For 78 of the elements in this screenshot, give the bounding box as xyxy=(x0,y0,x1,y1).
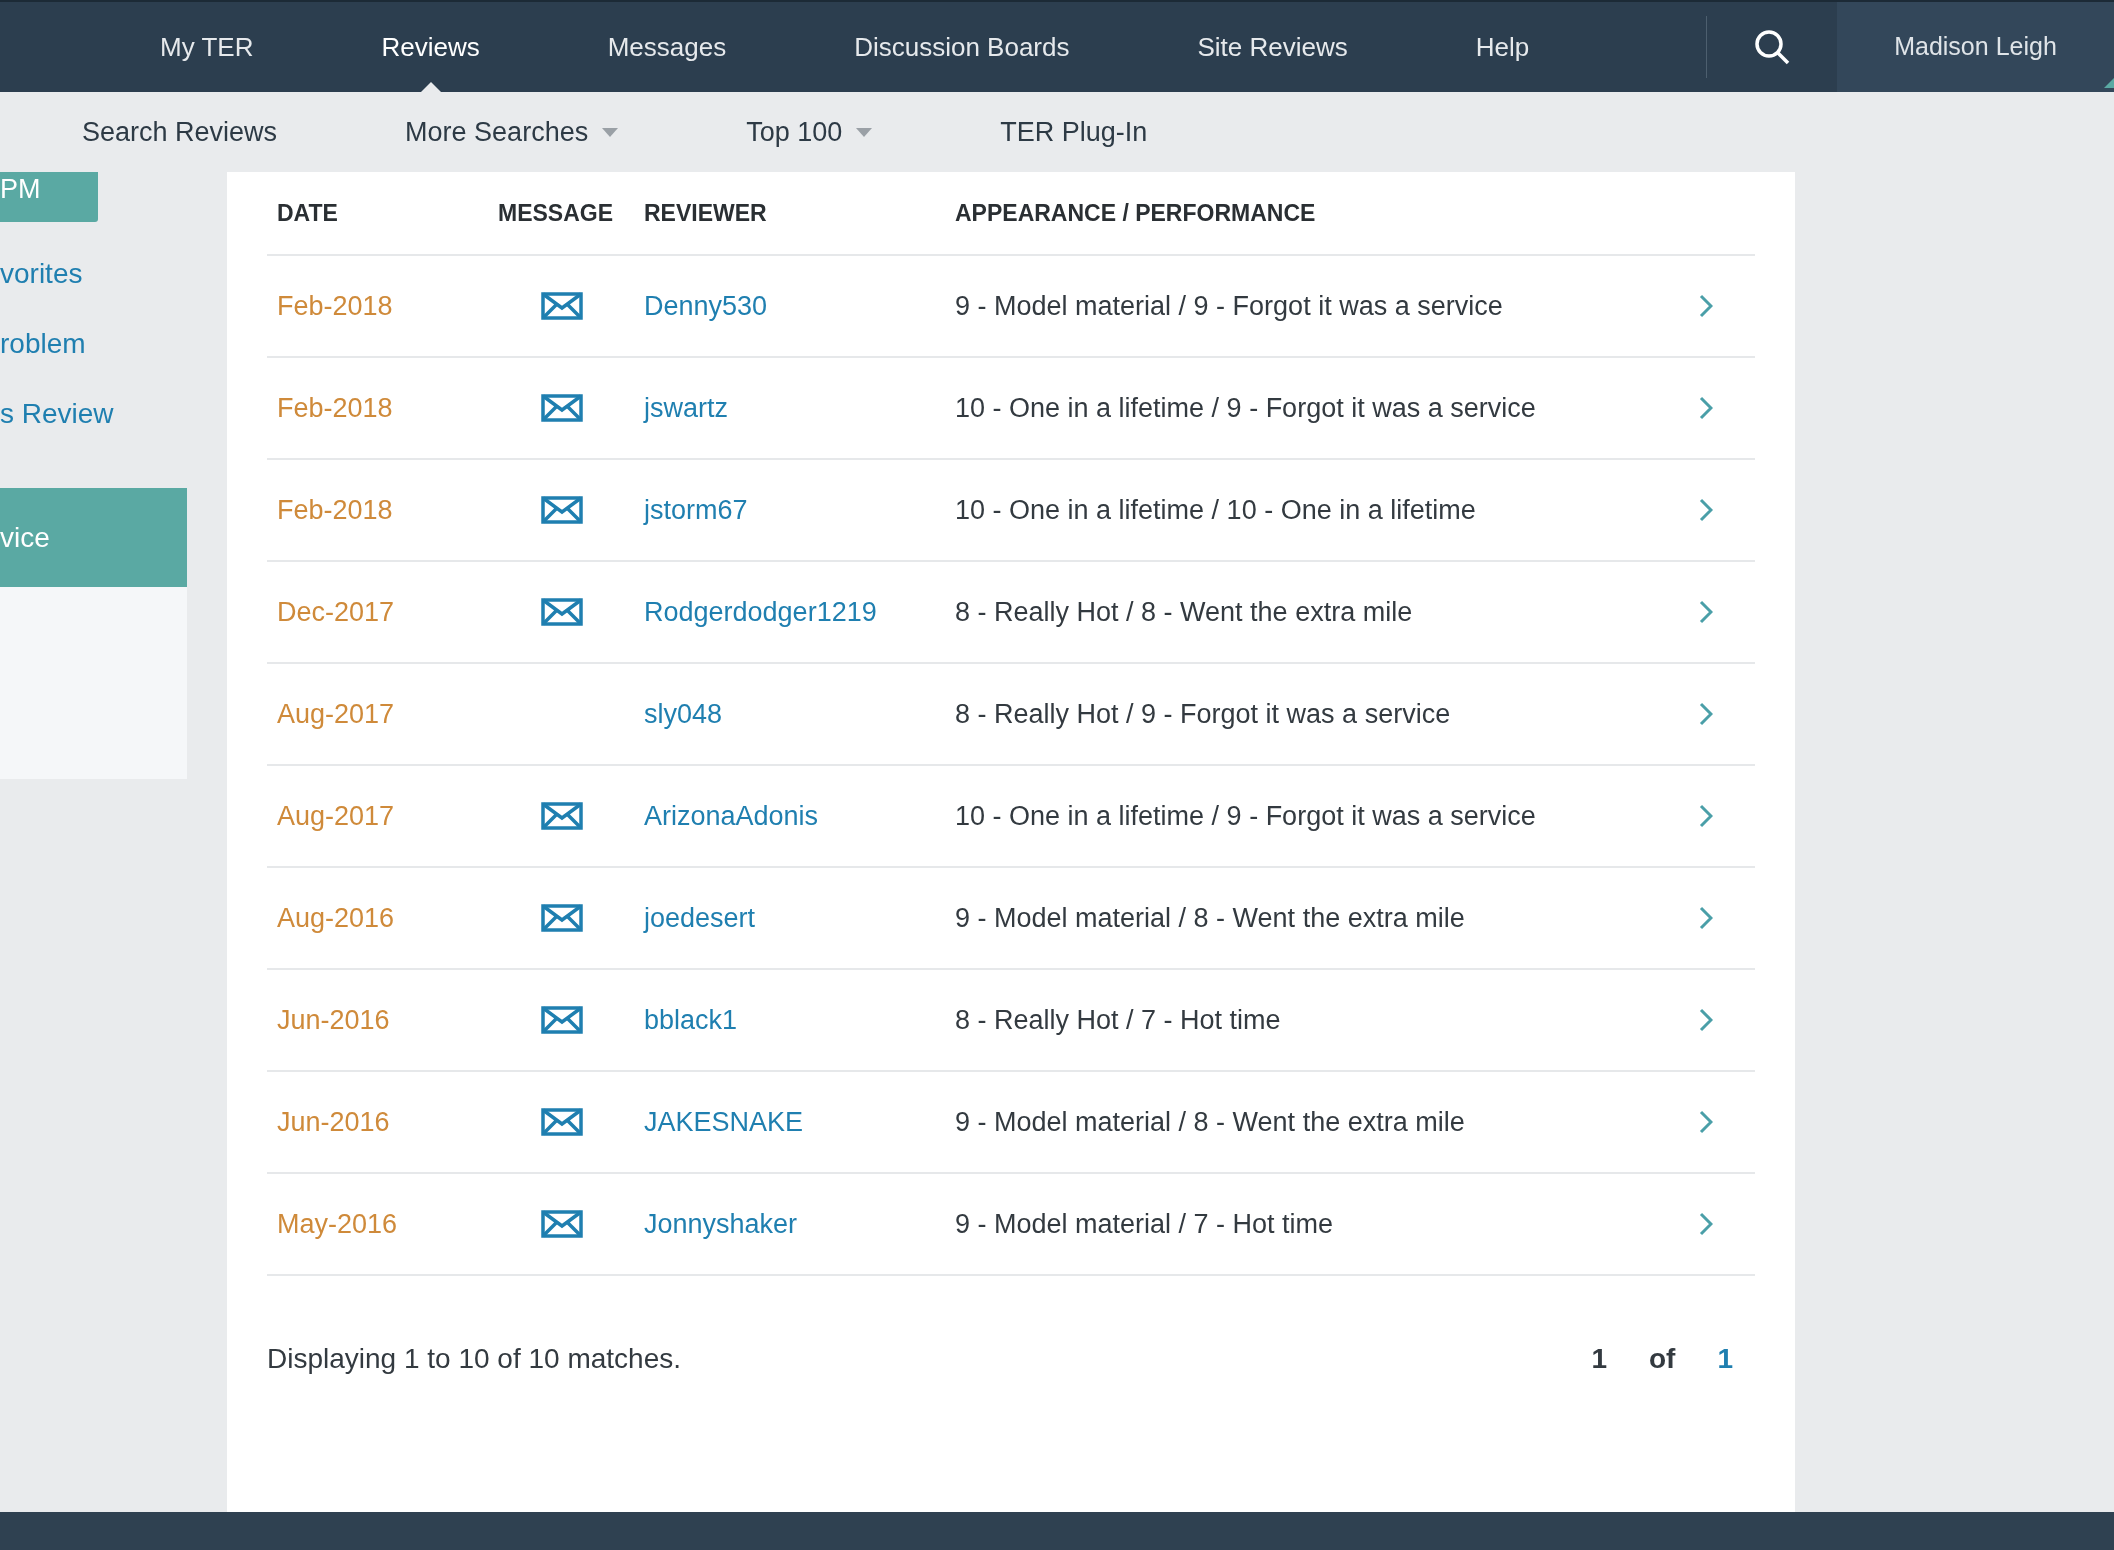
column-header: REVIEWER xyxy=(644,198,768,228)
page-of-label: of xyxy=(1649,1342,1676,1376)
reviewer-link[interactable]: Denny530 xyxy=(644,285,955,327)
chevron-right-icon[interactable] xyxy=(1699,396,1713,420)
sidebar-link[interactable]: s Review xyxy=(0,394,187,434)
date-cell-text: Aug-2016 xyxy=(276,901,396,935)
rating-cell-text: 8 - Really Hot / 7 - Hot time xyxy=(955,1003,1282,1037)
column-header: APPEARANCE / PERFORMANCE xyxy=(955,198,1316,228)
rating-cell-text: 8 - Really Hot / 8 - Went the extra mile xyxy=(955,595,1414,629)
reviewer-link[interactable]: sly048 xyxy=(644,693,955,735)
reviewer-link[interactable]: Rodgerdodger1219 xyxy=(644,591,955,633)
total-pages-link[interactable]: 1 xyxy=(1717,1338,1733,1380)
envelope-icon[interactable] xyxy=(541,1108,583,1136)
rating-cell-text: 9 - Model material / 7 - Hot time xyxy=(955,1207,1335,1241)
current-page: 1 xyxy=(1591,1342,1607,1376)
envelope-icon[interactable] xyxy=(541,904,583,932)
nav-tab[interactable]: Help xyxy=(1411,2,1594,92)
chevron-right-icon[interactable] xyxy=(1699,804,1713,828)
rating-cell-text: 10 - One in a lifetime / 9 - Forgot it was a service xyxy=(955,391,1537,425)
envelope-icon[interactable] xyxy=(541,1210,583,1238)
column-header: DATE xyxy=(276,198,339,228)
chevron-right-icon[interactable] xyxy=(1699,600,1713,624)
envelope-icon[interactable] xyxy=(541,394,583,422)
reviewer-link[interactable]: joedesert xyxy=(644,897,955,939)
date-cell-text: Aug-2017 xyxy=(276,697,396,731)
nav-tab[interactable]: My TER xyxy=(96,2,318,92)
search-icon xyxy=(1754,29,1790,65)
rating-cell-text: 10 - One in a lifetime / 10 - One in a lifetime xyxy=(955,493,1477,527)
date-cell-text: Feb-2018 xyxy=(276,289,394,323)
rating-cell-text: 10 - One in a lifetime / 9 - Forgot it was a service xyxy=(955,799,1537,833)
caret-down-icon xyxy=(856,127,873,137)
sidebar-active-item[interactable]: vice xyxy=(0,488,187,587)
chevron-right-icon[interactable] xyxy=(1699,1212,1713,1236)
subnav-link[interactable]: TER Plug-In xyxy=(1000,111,1148,153)
date-cell-text: Feb-2018 xyxy=(276,391,394,425)
date-cell-text: May-2016 xyxy=(276,1207,399,1241)
chevron-right-icon[interactable] xyxy=(1699,906,1713,930)
active-indicator-icon xyxy=(420,82,441,92)
envelope-icon[interactable] xyxy=(541,292,583,320)
reviewer-link[interactable]: bblack1 xyxy=(644,999,955,1041)
envelope-icon[interactable] xyxy=(541,802,583,830)
reviewer-link[interactable]: JAKESNAKE xyxy=(644,1101,955,1143)
nav-tab[interactable]: Messages xyxy=(543,2,791,92)
nav-tab[interactable]: Site Reviews xyxy=(1133,2,1412,92)
sidebar-link[interactable]: roblem xyxy=(0,324,187,364)
chevron-right-icon[interactable] xyxy=(1699,294,1713,318)
subnav-link[interactable]: More Searches xyxy=(405,111,619,153)
rating-cell-text: 9 - Model material / 8 - Went the extra mile xyxy=(955,901,1466,935)
date-cell-text: Jun-2016 xyxy=(276,1003,391,1037)
chevron-right-icon[interactable] xyxy=(1699,498,1713,522)
date-cell-text: Dec-2017 xyxy=(276,595,396,629)
chevron-right-icon[interactable] xyxy=(1699,1110,1713,1134)
nav-tab[interactable]: Discussion Boards xyxy=(790,2,1134,92)
pm-button[interactable]: PM xyxy=(0,172,98,222)
user-menu[interactable]: Madison Leigh xyxy=(1837,2,2114,92)
subnav-link[interactable]: Search Reviews xyxy=(82,111,278,153)
chevron-right-icon[interactable] xyxy=(1699,1008,1713,1032)
reviewer-link[interactable]: jstorm67 xyxy=(644,489,955,531)
corner-triangle-icon xyxy=(2104,78,2114,88)
subnav-link[interactable]: Top 100 xyxy=(746,111,873,153)
envelope-icon[interactable] xyxy=(541,598,583,626)
envelope-icon[interactable] xyxy=(541,496,583,524)
rating-cell-text: 9 - Model material / 9 - Forgot it was a service xyxy=(955,289,1504,323)
nav-tab[interactable]: Reviews xyxy=(317,2,544,92)
column-header: MESSAGE xyxy=(497,198,615,228)
rating-cell-text: 8 - Really Hot / 9 - Forgot it was a service xyxy=(955,697,1452,731)
envelope-icon[interactable] xyxy=(541,1006,583,1034)
results-summary: Displaying 1 to 10 of 10 matches. xyxy=(267,1342,682,1376)
sidebar-link[interactable]: vorites xyxy=(0,254,187,294)
date-cell-text: Jun-2016 xyxy=(276,1105,391,1139)
reviewer-link[interactable]: Jonnyshaker xyxy=(644,1203,955,1245)
chevron-right-icon[interactable] xyxy=(1699,702,1713,726)
reviewer-link[interactable]: jswartz xyxy=(644,387,955,429)
date-cell-text: Aug-2017 xyxy=(276,799,396,833)
date-cell-text: Feb-2018 xyxy=(276,493,394,527)
caret-down-icon xyxy=(602,127,619,137)
rating-cell-text: 9 - Model material / 8 - Went the extra mile xyxy=(955,1105,1466,1139)
reviewer-link[interactable]: ArizonaAdonis xyxy=(644,795,955,837)
